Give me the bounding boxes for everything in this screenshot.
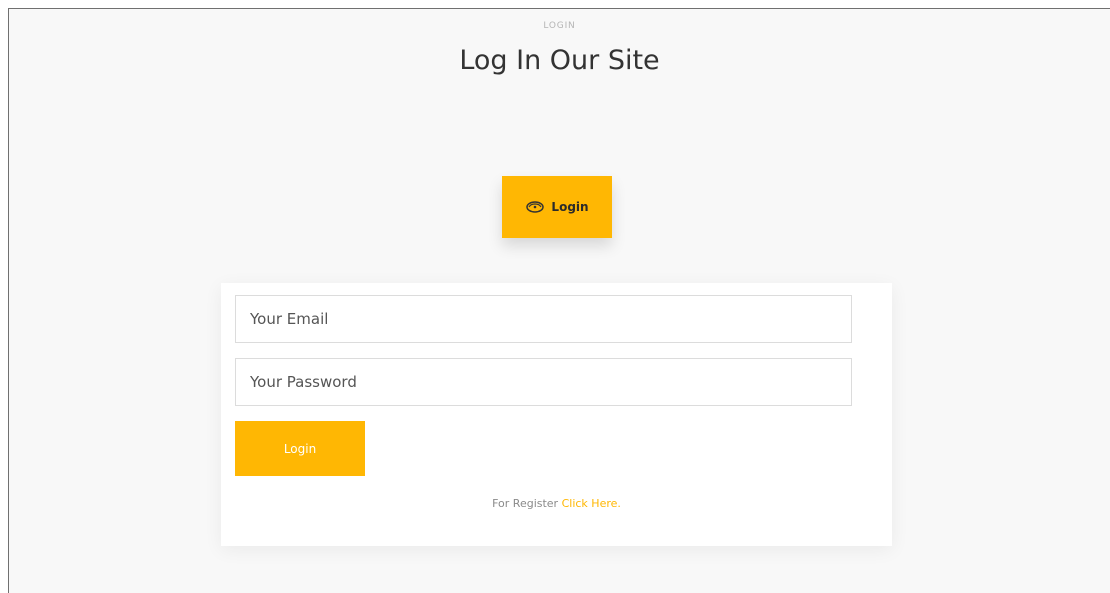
login-icon xyxy=(525,200,545,214)
register-link[interactable]: Click Here. xyxy=(562,497,621,510)
hero-login-button[interactable]: Login xyxy=(502,176,612,238)
submit-login-button[interactable]: Login xyxy=(235,421,365,476)
section-eyebrow: LOGIN xyxy=(543,21,576,31)
register-prefix-text: For Register xyxy=(492,497,559,510)
login-form-card: Login For Register Click Here. xyxy=(221,283,892,546)
email-field[interactable] xyxy=(235,295,852,343)
page-viewport: LOGIN Log In Our Site Login Login For Re… xyxy=(8,8,1110,593)
register-prompt: For Register Click Here. xyxy=(221,497,892,510)
password-field[interactable] xyxy=(235,358,852,406)
hero-login-label: Login xyxy=(551,200,589,214)
page-title: Log In Our Site xyxy=(459,45,660,76)
